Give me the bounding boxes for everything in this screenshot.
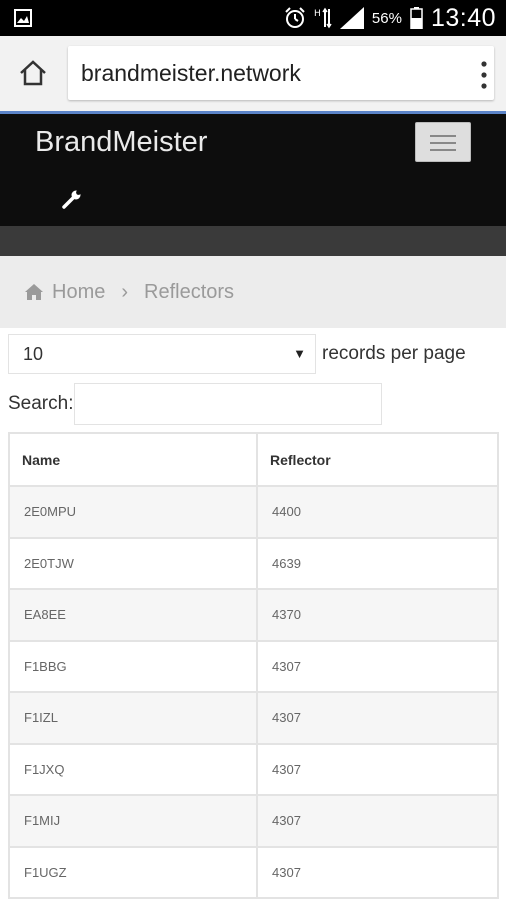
- cell-name: F1JXQ: [8, 742, 258, 796]
- url-field[interactable]: brandmeister.network: [68, 46, 494, 100]
- cell-reflector: 4307: [256, 845, 499, 899]
- menu-toggle-icon: [430, 135, 456, 137]
- search-input[interactable]: [74, 383, 383, 425]
- breadcrumb-home-icon[interactable]: [24, 283, 44, 301]
- page-length-select[interactable]: 10 ▼: [8, 334, 316, 374]
- dropdown-arrow-icon: ▼: [293, 346, 306, 361]
- signal-icon: [339, 7, 364, 29]
- page-length-value: 10: [23, 344, 44, 364]
- battery-icon: [410, 7, 423, 29]
- page-length-control: 10 ▼ records per page: [8, 334, 466, 374]
- cell-reflector: 4370: [256, 588, 499, 642]
- alarm-icon: [285, 7, 305, 28]
- svg-text:H: H: [314, 9, 321, 19]
- cell-name: F1IZL: [8, 691, 258, 745]
- table-row: F1IZL 4307: [8, 691, 499, 745]
- table-row: F1JXQ 4307: [8, 742, 499, 796]
- battery-percent: 56%: [371, 9, 402, 27]
- search-label: Search:: [8, 393, 74, 414]
- table-row: F1MIJ 4307: [8, 794, 499, 848]
- breadcrumb-current: Reflectors: [144, 280, 235, 303]
- column-header-name[interactable]: Name: [8, 432, 258, 487]
- breadcrumb-home-link[interactable]: Home: [52, 281, 105, 304]
- cell-name: F1MIJ: [8, 794, 258, 848]
- table-row: F1BBG 4307: [8, 639, 499, 693]
- cell-reflector: 4307: [256, 639, 499, 693]
- cell-name: 2E0TJW: [8, 536, 258, 590]
- home-icon[interactable]: [18, 58, 48, 88]
- url-text: brandmeister.network: [81, 60, 301, 86]
- menu-toggle-bar: [430, 149, 456, 151]
- overflow-menu-icon[interactable]: [480, 60, 488, 90]
- status-bar: H 56% 13:40: [0, 0, 506, 36]
- table-row: 2E0MPU 4400: [8, 485, 499, 539]
- table-header-row: Name Reflector: [8, 432, 499, 487]
- gallery-icon: [14, 9, 32, 27]
- records-per-page-label: records per page: [322, 343, 466, 364]
- column-header-reflector[interactable]: Reflector: [256, 432, 499, 487]
- data-arrows-icon: H: [314, 7, 332, 29]
- cell-reflector: 4307: [256, 794, 499, 848]
- wrench-icon[interactable]: [62, 189, 82, 209]
- cell-reflector: 4400: [256, 485, 499, 539]
- cell-name: F1UGZ: [8, 845, 258, 899]
- brand-logo-text[interactable]: BrandMeister: [35, 126, 207, 159]
- clock: 13:40: [430, 3, 496, 32]
- browser-toolbar: brandmeister.network: [0, 36, 506, 114]
- table-row: F1UGZ 4307: [8, 845, 499, 899]
- cell-name: EA8EE: [8, 588, 258, 642]
- breadcrumb-separator: ›: [121, 280, 129, 303]
- cell-reflector: 4307: [256, 742, 499, 796]
- breadcrumb: Home › Reflectors: [0, 256, 506, 328]
- menu-toggle-bar: [430, 142, 456, 144]
- search-control: Search:: [8, 383, 383, 425]
- cell-reflector: 4639: [256, 536, 499, 590]
- cell-name: 2E0MPU: [8, 485, 258, 539]
- cell-reflector: 4307: [256, 691, 499, 745]
- table-row: 2E0TJW 4639: [8, 536, 499, 590]
- cell-name: F1BBG: [8, 639, 258, 693]
- table-row: EA8EE 4370: [8, 588, 499, 642]
- site-navbar: BrandMeister: [0, 114, 506, 226]
- reflectors-table: Name Reflector 2E0MPU 4400 2E0TJW 4639 E…: [8, 432, 499, 899]
- menu-toggle-button[interactable]: [415, 122, 471, 162]
- navbar-subbar: [0, 226, 506, 256]
